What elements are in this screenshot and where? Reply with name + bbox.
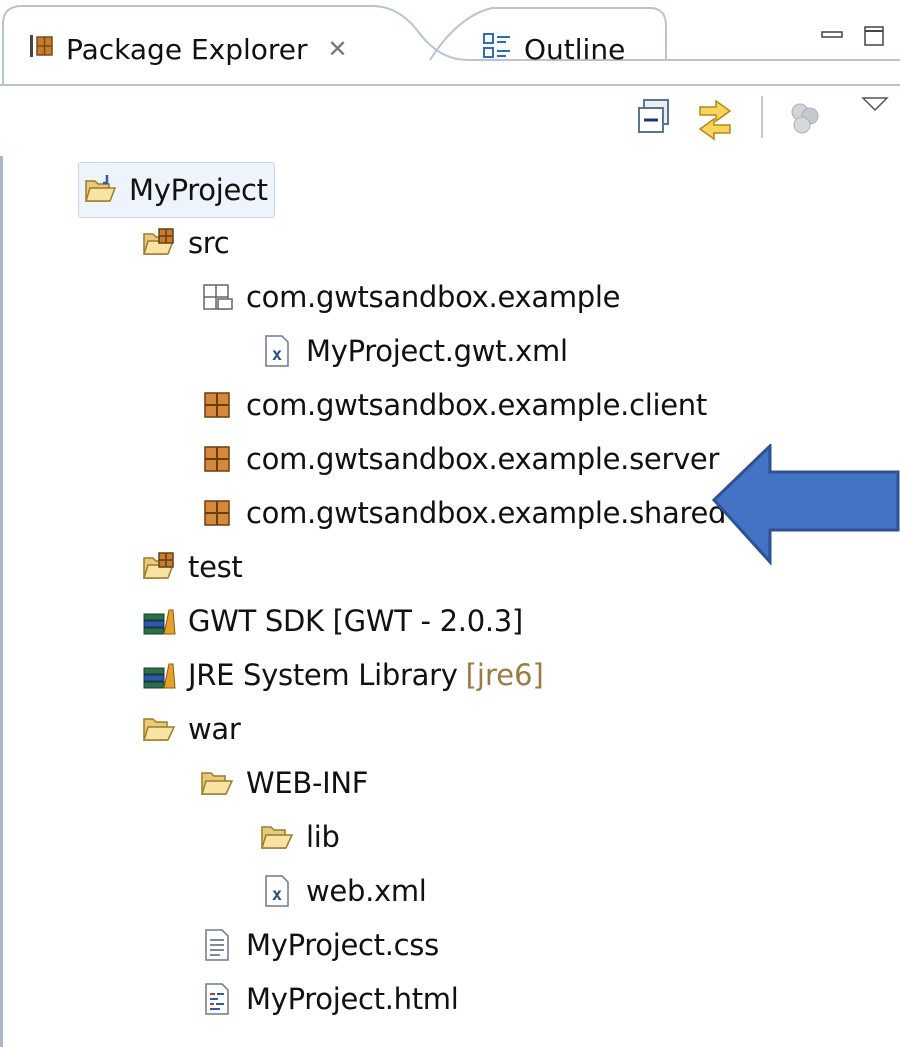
tree-item-label: MyProject — [129, 173, 268, 207]
maximize-icon[interactable] — [862, 24, 886, 48]
tree-item-test[interactable]: test — [142, 540, 243, 594]
tree-item-label: com.gwtsandbox.example — [246, 280, 621, 314]
tree-item-myproject-html[interactable]: MyProject.html — [200, 972, 459, 1026]
xml-file-icon: x — [260, 874, 294, 908]
link-with-editor-icon[interactable] — [694, 98, 736, 142]
tree-item-package-client[interactable]: com.gwtsandbox.example.client — [200, 378, 707, 432]
tree-item-myproject-css[interactable]: MyProject.css — [200, 918, 439, 972]
folder-icon — [260, 820, 294, 854]
html-file-icon — [200, 982, 234, 1016]
outline-icon — [482, 31, 512, 68]
library-icon — [142, 658, 176, 692]
svg-text:x: x — [272, 885, 282, 905]
tree-item-label: MyProject.css — [246, 928, 439, 962]
package-icon — [200, 388, 234, 422]
tree-item-web-inf[interactable]: WEB-INF — [200, 756, 368, 810]
library-icon — [142, 604, 176, 638]
tree-item-gwt-sdk[interactable]: GWT SDK [GWT - 2.0.3] — [142, 594, 523, 648]
tree-item-lib[interactable]: lib — [260, 810, 340, 864]
tree-item-package-shared[interactable]: com.gwtsandbox.example.shared — [200, 486, 726, 540]
tab-package-explorer[interactable]: Package Explorer ✕ — [28, 22, 348, 76]
toolbar-separator — [761, 96, 763, 138]
tree-item-jre-system-library[interactable]: JRE System Library [jre6] — [142, 648, 544, 702]
package-icon — [200, 496, 234, 530]
tree-item-myproject-gwt-xml[interactable]: x MyProject.gwt.xml — [260, 324, 568, 378]
tree-item-label: GWT SDK [GWT - 2.0.3] — [188, 604, 523, 638]
view-menu-icon[interactable] — [860, 94, 890, 114]
tab-outline-label: Outline — [524, 32, 626, 66]
tree-item-package-example[interactable]: com.gwtsandbox.example — [200, 270, 620, 324]
text-file-icon — [200, 928, 234, 962]
tree-item-war[interactable]: war — [142, 702, 241, 756]
tree-item-label: test — [188, 550, 243, 584]
folder-icon — [200, 766, 234, 800]
svg-text:x: x — [272, 345, 282, 365]
tab-outline[interactable]: Outline — [482, 22, 625, 76]
source-folder-icon — [142, 226, 176, 260]
project-folder-icon — [83, 173, 117, 207]
tree-item-web-xml[interactable]: x web.xml — [260, 864, 427, 918]
tree-item-label: web.xml — [306, 874, 427, 908]
tree-item-label: WEB-INF — [246, 766, 369, 800]
tree-item-package-server[interactable]: com.gwtsandbox.example.server — [200, 432, 719, 486]
tree-item-label: MyProject.html — [246, 982, 459, 1016]
source-folder-icon — [142, 550, 176, 584]
tree-item-label: com.gwtsandbox.example.server — [246, 442, 720, 476]
empty-package-icon — [200, 280, 234, 314]
tree-item-label: JRE System Library — [188, 658, 458, 692]
tree-item-label: src — [188, 226, 230, 260]
folder-icon — [142, 712, 176, 746]
tab-package-explorer-label: Package Explorer — [66, 32, 308, 66]
xml-file-icon: x — [260, 334, 294, 368]
tree-item-src[interactable]: src — [142, 216, 230, 270]
callout-arrow-icon — [712, 444, 900, 566]
tree-item-label: com.gwtsandbox.example.shared — [246, 496, 727, 530]
tree-item-label: war — [188, 712, 241, 746]
tree-item-myproject[interactable]: MyProject — [78, 162, 275, 218]
minimize-icon[interactable] — [820, 24, 844, 48]
tree-item-label: MyProject.gwt.xml — [306, 334, 568, 368]
view-tab-bar: Package Explorer ✕ Outline — [0, 0, 900, 86]
package-tree: MyProject src com.gwtsandbox.example x M… — [0, 156, 900, 1047]
package-explorer-icon — [28, 33, 54, 66]
tree-item-label: lib — [306, 820, 340, 854]
tree-item-decoration: [jre6] — [465, 658, 544, 692]
tree-item-label: com.gwtsandbox.example.client — [246, 388, 707, 422]
package-icon — [200, 442, 234, 476]
view-toolbar — [0, 86, 900, 156]
collapse-all-icon[interactable] — [636, 98, 672, 136]
close-icon[interactable]: ✕ — [328, 35, 348, 63]
focus-on-working-set-icon[interactable] — [786, 98, 822, 138]
